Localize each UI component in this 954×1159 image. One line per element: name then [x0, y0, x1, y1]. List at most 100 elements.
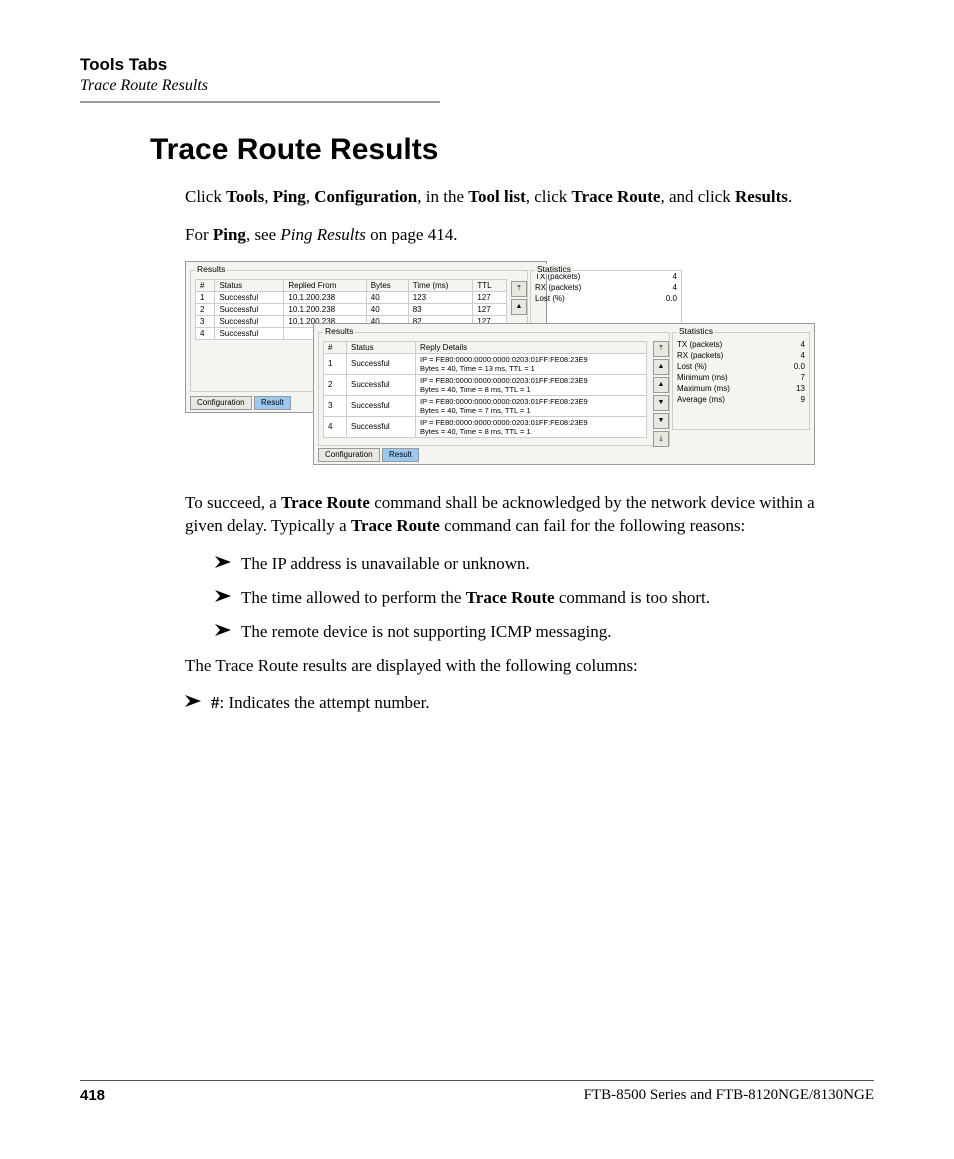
bold-traceroute: Trace Route: [466, 588, 555, 607]
col-replied: Replied From: [284, 279, 366, 291]
footer-line: 418 FTB-8500 Series and FTB-8120NGE/8130…: [80, 1087, 874, 1104]
bullet-item: The remote device is not supporting ICMP…: [215, 620, 834, 644]
group-title: Results: [195, 264, 227, 274]
bold-traceroute: Trace Route: [281, 493, 370, 512]
bold-results: Results: [735, 187, 788, 206]
pointer-icon: [215, 624, 231, 636]
table-row: 2Successful10.1.200.2384083127: [196, 303, 507, 315]
stat-row: RX (packets)4: [531, 282, 681, 293]
text: Click: [185, 187, 226, 206]
text: command can fail for the following reaso…: [440, 516, 745, 535]
results-table-ipv6: # Status Reply Details 1SuccessfulIP = F…: [323, 341, 647, 438]
scroll-down-icon[interactable]: ▼: [653, 395, 669, 411]
bullet-item: The time allowed to perform the Trace Ro…: [215, 586, 834, 610]
paragraph-columns: The Trace Route results are displayed wi…: [185, 654, 834, 678]
text: .: [788, 187, 792, 206]
bullet-text: The time allowed to perform the Trace Ro…: [241, 586, 834, 610]
pointer-icon: [215, 590, 231, 602]
bullet-text: #: Indicates the attempt number.: [211, 691, 834, 715]
scroll-buttons: ⤒ ▲: [511, 281, 525, 317]
stat-row: Average (ms)9: [673, 394, 809, 405]
text: ,: [306, 187, 315, 206]
col-time: Time (ms): [408, 279, 473, 291]
bold-traceroute: Trace Route: [572, 187, 661, 206]
table-row: 1SuccessfulIP = FE80:0000:0000:0000:0203…: [324, 353, 647, 374]
bold-traceroute: Trace Route: [351, 516, 440, 535]
section-heading: Trace Route Results: [150, 133, 874, 167]
header-title: Tools Tabs: [80, 55, 874, 75]
results-group: Results # Status Reply Details 1Successf…: [318, 332, 670, 446]
scroll-down2-icon[interactable]: ▼: [653, 413, 669, 429]
stats-title: Statistics: [535, 264, 573, 274]
bold-hash: #: [211, 693, 220, 712]
text: To succeed, a: [185, 493, 281, 512]
bullet-text: The IP address is unavailable or unknown…: [241, 552, 834, 576]
table-row: 1Successful10.1.200.23840123127: [196, 291, 507, 303]
paragraph-succeed: To succeed, a Trace Route command shall …: [185, 491, 834, 539]
table-header-row: # Status Reply Details: [324, 341, 647, 353]
results-panel-ipv6: Results # Status Reply Details 1Successf…: [313, 323, 815, 465]
tab-result[interactable]: Result: [382, 448, 419, 462]
tab-configuration[interactable]: Configuration: [318, 448, 380, 462]
bold-config: Configuration: [314, 187, 417, 206]
bold-toollist: Tool list: [468, 187, 525, 206]
scroll-bottom-icon[interactable]: ⤓: [653, 431, 669, 447]
bullet-text: The remote device is not supporting ICMP…: [241, 620, 834, 644]
tab-result[interactable]: Result: [254, 396, 291, 410]
text: The Trace Route results are displayed wi…: [185, 654, 834, 678]
bold-ping: Ping: [273, 187, 306, 206]
pointer-icon: [185, 695, 201, 707]
stat-row: Minimum (ms)7: [673, 372, 809, 383]
stats-group: Statistics TX (packets)4 RX (packets)4 L…: [530, 270, 682, 326]
scroll-up-icon[interactable]: ▲: [653, 359, 669, 375]
text: , in the: [417, 187, 468, 206]
text: , and click: [660, 187, 735, 206]
stat-row: Lost (%)0.0: [531, 293, 681, 304]
group-title: Results: [323, 326, 355, 336]
table-row: 2SuccessfulIP = FE80:0000:0000:0000:0203…: [324, 374, 647, 395]
page-footer: 418 FTB-8500 Series and FTB-8120NGE/8130…: [80, 1072, 874, 1105]
col-num: #: [196, 279, 215, 291]
page-number: 418: [80, 1087, 105, 1104]
bold-ping2: Ping: [213, 225, 246, 244]
scroll-top-icon[interactable]: ⤒: [511, 281, 527, 297]
scroll-top-icon[interactable]: ⤒: [653, 341, 669, 357]
text: on page 414.: [366, 225, 458, 244]
stat-row: Maximum (ms)13: [673, 383, 809, 394]
stat-row: RX (packets)4: [673, 350, 809, 361]
header-rule: [80, 101, 440, 103]
tab-configuration[interactable]: Configuration: [190, 396, 252, 410]
bullet-item: #: Indicates the attempt number.: [185, 691, 834, 715]
stats-title: Statistics: [677, 326, 715, 336]
col-num: #: [324, 341, 347, 353]
text: , see: [246, 225, 280, 244]
italic-pingresults: Ping Results: [280, 225, 365, 244]
pointer-icon: [215, 556, 231, 568]
table-header-row: # Status Replied From Bytes Time (ms) TT…: [196, 279, 507, 291]
page: Tools Tabs Trace Route Results Trace Rou…: [0, 0, 954, 1159]
col-status: Status: [215, 279, 284, 291]
scroll-buttons: ⤒ ▲ ▲ ▼ ▼ ⤓: [653, 341, 667, 449]
col-bytes: Bytes: [366, 279, 408, 291]
text: ,: [264, 187, 273, 206]
table-row: 3SuccessfulIP = FE80:0000:0000:0000:0203…: [324, 395, 647, 416]
stat-row: Lost (%)0.0: [673, 361, 809, 372]
bold-tools: Tools: [226, 187, 264, 206]
bullet-item: The IP address is unavailable or unknown…: [215, 552, 834, 576]
text: , click: [526, 187, 572, 206]
text: For: [185, 225, 213, 244]
scroll-up-icon[interactable]: ▲: [511, 299, 527, 315]
stat-row: TX (packets)4: [673, 339, 809, 350]
col-status: Status: [347, 341, 416, 353]
screenshot-area: Results # Status Replied From Bytes Time…: [185, 261, 874, 471]
col-reply: Reply Details: [416, 341, 647, 353]
page-header: Tools Tabs Trace Route Results: [80, 55, 874, 95]
bullet-list-reasons: The IP address is unavailable or unknown…: [215, 552, 834, 643]
stats-group: Statistics TX (packets)4 RX (packets)4 L…: [672, 332, 810, 430]
header-subtitle: Trace Route Results: [80, 77, 874, 95]
product-name: FTB-8500 Series and FTB-8120NGE/8130NGE: [584, 1087, 874, 1104]
table-row: 4SuccessfulIP = FE80:0000:0000:0000:0203…: [324, 416, 647, 437]
col-ttl: TTL: [473, 279, 507, 291]
bullet-list-columns: #: Indicates the attempt number.: [185, 691, 834, 715]
scroll-up2-icon[interactable]: ▲: [653, 377, 669, 393]
